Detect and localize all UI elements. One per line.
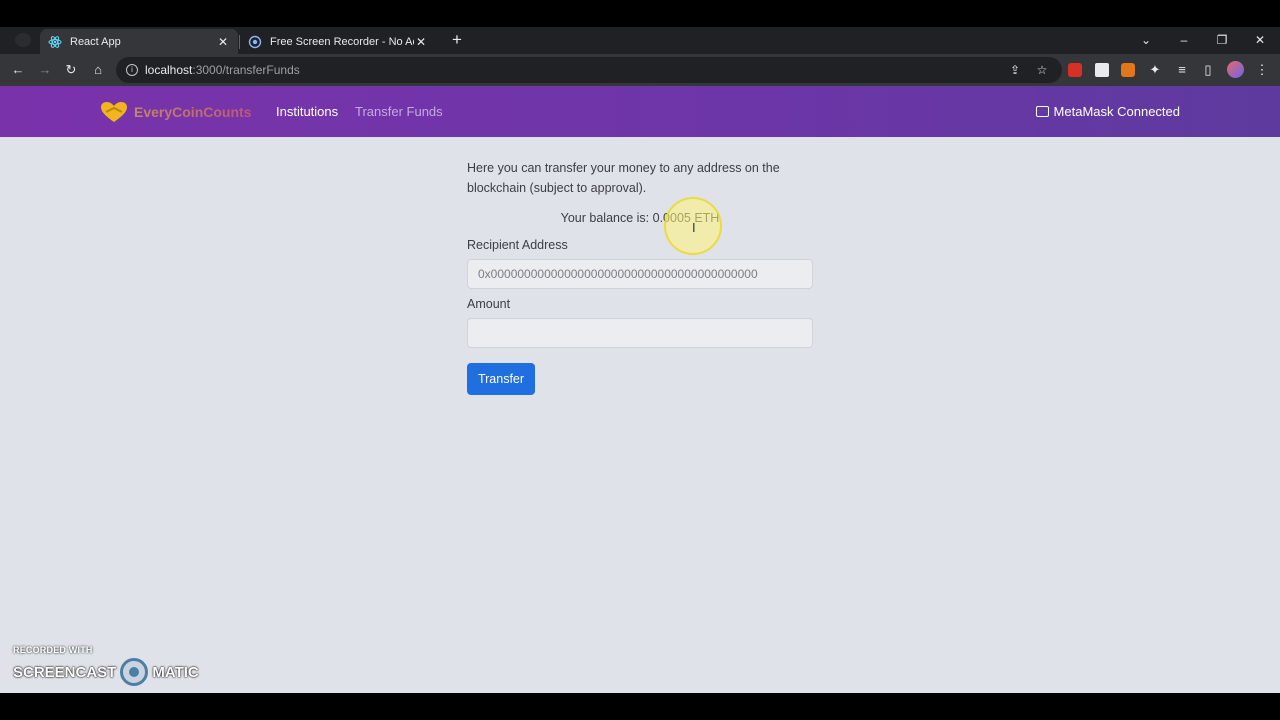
side-panel-icon[interactable]: ▯ xyxy=(1199,61,1217,79)
url-host: localhost xyxy=(145,63,193,77)
chrome-profile-icon[interactable] xyxy=(15,33,31,47)
amount-label: Amount xyxy=(467,297,511,311)
address-bar[interactable]: i localhost:3000/transferFunds ⇪ ☆ xyxy=(116,57,1062,83)
close-tab-icon[interactable]: ✕ xyxy=(414,35,428,49)
tab-screen-recorder[interactable]: Free Screen Recorder - No Account ✕ xyxy=(240,29,436,54)
transfer-button[interactable]: Transfer xyxy=(467,363,535,395)
share-icon[interactable]: ⇪ xyxy=(1006,61,1024,79)
amount-input[interactable] xyxy=(467,318,813,348)
recipient-label: Recipient Address xyxy=(467,238,568,252)
transfer-form: Here you can transfer your money to any … xyxy=(467,158,813,395)
recorder-watermark: RECORDED WITH SCREENCAST MATIC xyxy=(13,645,199,686)
puzzle-icon[interactable]: ✦ xyxy=(1146,61,1164,79)
tab-search-icon[interactable]: ⌄ xyxy=(1137,31,1155,49)
wallet-status-label: MetaMask Connected xyxy=(1053,104,1180,119)
brand[interactable]: EveryCoinCounts xyxy=(100,101,251,123)
navbar: EveryCoinCounts Institutions Transfer Fu… xyxy=(0,86,1280,137)
new-tab-icon[interactable]: + xyxy=(448,31,466,49)
app-viewport: EveryCoinCounts Institutions Transfer Fu… xyxy=(0,86,1280,693)
star-icon[interactable]: ☆ xyxy=(1033,61,1051,79)
watermark-logo: SCREENCAST MATIC xyxy=(13,658,199,686)
kebab-menu-icon[interactable]: ⋮ xyxy=(1253,61,1271,79)
tab-strip: React App ✕ Free Screen Recorder - No Ac… xyxy=(0,27,1280,54)
heart-coin-logo-icon xyxy=(101,102,127,122)
nav-transfer-funds[interactable]: Transfer Funds xyxy=(355,104,443,119)
screen: React App ✕ Free Screen Recorder - No Ac… xyxy=(0,0,1280,720)
tab-title: Free Screen Recorder - No Account xyxy=(270,35,414,48)
watermark-left-word: SCREENCAST xyxy=(13,663,117,681)
watermark-caption: RECORDED WITH xyxy=(13,645,93,655)
recipient-address-input[interactable] xyxy=(467,259,813,289)
brand-name: EveryCoinCounts xyxy=(134,104,252,120)
intro-text: Here you can transfer your money to any … xyxy=(467,161,780,195)
arrow-left-icon[interactable]: ← xyxy=(9,61,27,79)
url-path: :3000/transferFunds xyxy=(192,63,300,77)
reading-list-icon[interactable]: ≡ xyxy=(1173,61,1191,79)
tab-react-app[interactable]: React App ✕ xyxy=(40,29,238,54)
extension-icon[interactable] xyxy=(1068,63,1082,77)
browser-toolbar: ← → ↻ ⌂ i localhost:3000/transferFunds ⇪… xyxy=(0,54,1280,86)
balance-text: Your balance is: 0.0005 ETH xyxy=(560,211,720,225)
react-icon xyxy=(48,35,62,49)
recorder-icon xyxy=(248,35,262,49)
download-icon[interactable] xyxy=(1095,63,1109,77)
close-tab-icon[interactable]: ✕ xyxy=(216,35,230,49)
avatar[interactable] xyxy=(1227,61,1244,78)
home-icon[interactable]: ⌂ xyxy=(89,61,107,79)
site-info-icon[interactable]: i xyxy=(126,64,138,76)
metamask-fox-icon[interactable] xyxy=(1121,63,1135,77)
arrow-right-icon[interactable]: → xyxy=(36,61,54,79)
watermark-right-word: MATIC xyxy=(152,663,199,681)
wallet-icon xyxy=(1035,106,1049,117)
reload-icon[interactable]: ↻ xyxy=(62,61,80,79)
window-close-icon[interactable]: ✕ xyxy=(1251,31,1269,49)
record-icon xyxy=(120,658,149,686)
tab-title: React App xyxy=(70,35,121,48)
nav-institutions[interactable]: Institutions xyxy=(276,104,338,119)
wallet-status[interactable]: MetaMask Connected xyxy=(1035,104,1180,119)
minimize-icon[interactable]: – xyxy=(1175,31,1193,49)
restore-icon[interactable]: ❐ xyxy=(1213,31,1231,49)
